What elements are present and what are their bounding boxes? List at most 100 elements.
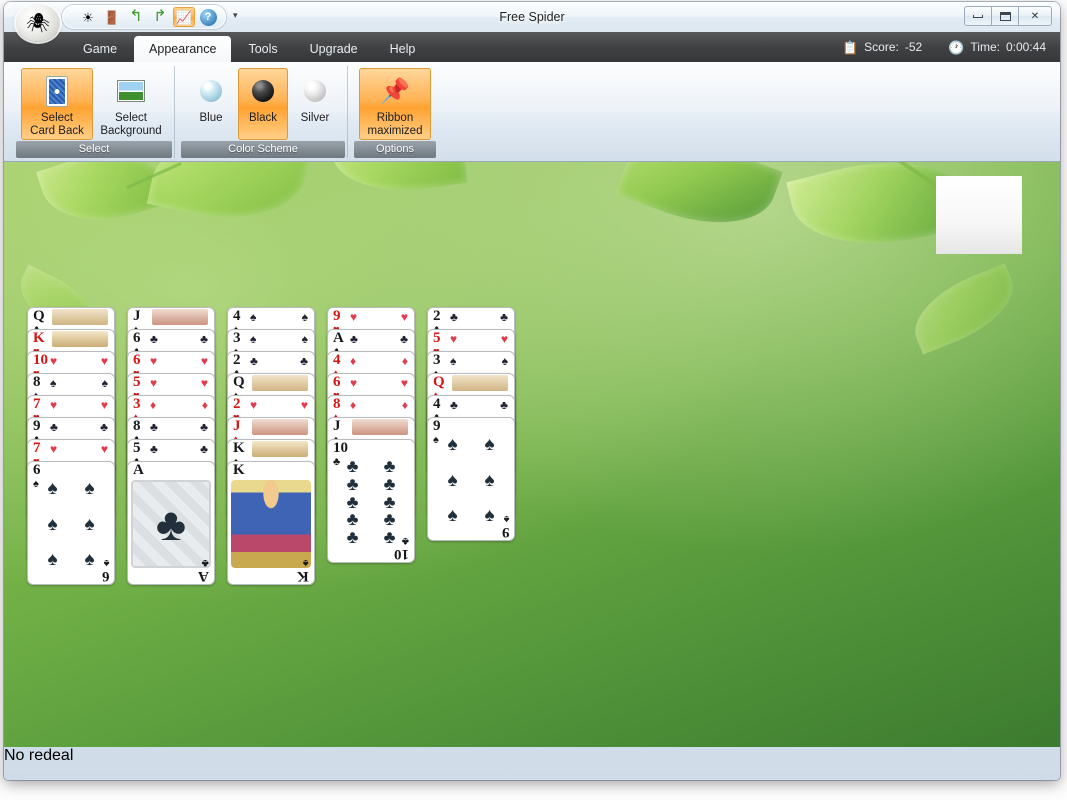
ribbon-group-select-title: Select (16, 141, 172, 158)
card-rank-suit-bottom: 6♠ (102, 558, 110, 583)
maximize-icon (1000, 12, 1011, 21)
tab-help[interactable]: Help (375, 36, 431, 62)
card-pip-row: ♣♣ (450, 310, 508, 324)
card-pip-row: ♥♥ (450, 332, 508, 346)
color-scheme-silver-label: Silver (301, 112, 330, 125)
card-pip-row: ♥♥ (150, 354, 208, 368)
card-rank-suit-bottom: K♠ (297, 558, 309, 583)
card-face-art (152, 309, 208, 325)
game-board[interactable]: Q♣K♥10♥♥♥8♠♠♠7♥♥♥9♣♣♣7♥♥♥6♠♠♠♠♠♠♠6♠J♠6♣♣… (4, 162, 1060, 747)
color-scheme-blue-label: Blue (199, 112, 222, 125)
minimize-button[interactable] (964, 6, 992, 26)
card-face-art (452, 375, 508, 391)
card-rank-suit-bottom: A♣ (198, 558, 209, 583)
playing-card[interactable]: A♣A♣ (127, 461, 215, 585)
application-menu-orb[interactable]: 🕷 (16, 4, 60, 42)
clock-icon: 🕐 (948, 41, 964, 54)
score-value: -52 (905, 40, 922, 54)
window-controls: ✕ (965, 6, 1052, 26)
blue-sphere-icon (200, 74, 222, 108)
color-scheme-blue-button[interactable]: Blue (186, 68, 236, 140)
card-pip-spread: ♣♣♣♣♣♣♣♣♣♣ (334, 458, 408, 546)
select-background-button[interactable]: Select Background (95, 68, 167, 140)
ribbon-group-select: Select Card Back Select Background Selec… (14, 66, 175, 158)
card-pip-row: ♠♠ (250, 332, 308, 346)
ribbon-group-color-scheme-title: Color Scheme (181, 141, 345, 158)
tab-upgrade[interactable]: Upgrade (295, 36, 373, 62)
card-face-art (252, 419, 308, 435)
card-face-art (352, 419, 408, 435)
card-pip-row: ♣♣ (50, 420, 108, 434)
card-pip-row: ♠♠ (250, 310, 308, 324)
card-ace-art (131, 480, 211, 568)
card-face-art (252, 441, 308, 457)
close-icon: ✕ (1031, 11, 1039, 22)
application-window: Free Spider ✕ 🕷 ☀ 🚪 ↰ ↱ 📈 ? ▾ Game Appea… (4, 2, 1060, 780)
tab-appearance[interactable]: Appearance (134, 36, 231, 62)
playing-card[interactable]: K♠K♠ (227, 461, 315, 585)
ribbon-maximized-button[interactable]: 📌 Ribbon maximized (359, 68, 431, 140)
card-pip-row: ♥♥ (350, 376, 408, 390)
card-pip-row: ♦♦ (350, 398, 408, 412)
ribbon: Select Card Back Select Background Selec… (4, 62, 1060, 162)
quick-access-more-icon[interactable]: ▾ (233, 10, 238, 21)
ribbon-maximized-label: Ribbon maximized (368, 112, 423, 138)
exit-icon[interactable]: 🚪 (101, 7, 123, 27)
card-king-art (231, 480, 311, 568)
card-pip-row: ♦♦ (350, 354, 408, 368)
card-pip-row: ♥♥ (50, 442, 108, 456)
ribbon-group-options: 📌 Ribbon maximized Options (352, 66, 438, 158)
minimize-icon (973, 15, 983, 18)
card-pip-row: ♦♦ (150, 398, 208, 412)
undo-icon[interactable]: ↰ (125, 7, 147, 27)
redo-icon[interactable]: ↱ (149, 7, 171, 27)
card-pip-row: ♣♣ (150, 332, 208, 346)
card-pip-row: ♣♣ (250, 354, 308, 368)
score-label: Score: (864, 40, 899, 54)
card-back-icon (46, 74, 68, 108)
status-info: 📋 Score: -52 🕐 Time: 0:00:44 (842, 32, 1046, 62)
ribbon-group-color-scheme: Blue Black Silver Color Scheme (179, 66, 348, 158)
time-value: 0:00:44 (1006, 40, 1046, 54)
tab-tools[interactable]: Tools (233, 36, 292, 62)
ribbon-group-options-title: Options (354, 141, 436, 158)
color-scheme-silver-button[interactable]: Silver (290, 68, 340, 140)
spider-bug-icon: 🕷 (26, 14, 50, 33)
select-card-back-label: Select Card Back (30, 112, 84, 138)
pushpin-icon: 📌 (380, 74, 410, 108)
statistics-icon[interactable]: 📈 (173, 7, 195, 27)
new-game-icon[interactable]: ☀ (77, 7, 99, 27)
maximize-button[interactable] (991, 6, 1019, 26)
card-pip-spread: ♠♠♠♠♠♠ (434, 436, 508, 524)
background-image-icon (117, 74, 145, 108)
color-scheme-black-label: Black (249, 112, 277, 125)
playing-card[interactable]: 10♣♣♣♣♣♣♣♣♣♣♣10♣ (327, 439, 415, 563)
card-pip-spread: ♠♠♠♠♠♠ (34, 480, 108, 568)
time-label: Time: (970, 40, 1000, 54)
playing-card[interactable]: 9♠♠♠♠♠♠♠9♠ (427, 417, 515, 541)
card-face-art (52, 331, 108, 347)
status-cell-redeal: No redeal (4, 747, 111, 765)
tab-game[interactable]: Game (68, 36, 132, 62)
tableau: Q♣K♥10♥♥♥8♠♠♠7♥♥♥9♣♣♣7♥♥♥6♠♠♠♠♠♠♠6♠J♠6♣♣… (4, 162, 1060, 747)
status-bar: No redeal (4, 747, 1060, 780)
card-rank-suit-bottom: 9♠ (502, 514, 510, 539)
score-display: 📋 Score: -52 (842, 40, 922, 54)
color-scheme-black-button[interactable]: Black (238, 68, 288, 140)
card-pip-row: ♣♣ (150, 420, 208, 434)
select-card-back-button[interactable]: Select Card Back (21, 68, 93, 140)
card-pip-row: ♠♠ (50, 376, 108, 390)
card-pip-row: ♥♥ (50, 398, 108, 412)
playing-card[interactable]: 6♠♠♠♠♠♠♠6♠ (27, 461, 115, 585)
card-pip-row: ♠♠ (450, 354, 508, 368)
card-pip-row: ♥♥ (50, 354, 108, 368)
close-button[interactable]: ✕ (1018, 6, 1052, 26)
card-pip-row: ♥♥ (250, 398, 308, 412)
card-rank-suit-bottom: 10♣ (394, 536, 409, 561)
card-pip-row: ♣♣ (350, 332, 408, 346)
card-pip-row: ♥♥ (150, 376, 208, 390)
card-pip-row: ♣♣ (150, 442, 208, 456)
help-icon[interactable]: ? (197, 7, 219, 27)
card-face-art (252, 375, 308, 391)
silver-sphere-icon (304, 74, 326, 108)
